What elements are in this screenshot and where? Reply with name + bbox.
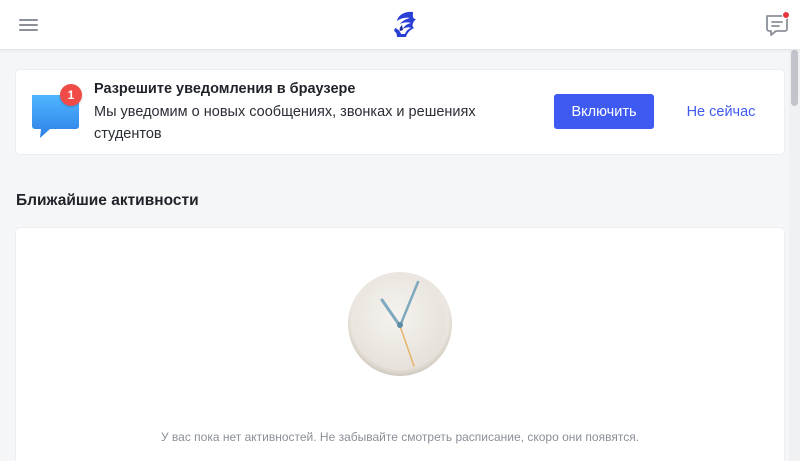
notification-permission-card: 1 Разрешите уведомления в браузере Мы ув… bbox=[16, 70, 784, 154]
top-bar bbox=[0, 0, 800, 50]
page-scrollbar[interactable] bbox=[789, 50, 800, 461]
clock-icon bbox=[348, 272, 452, 376]
hamburger-menu-icon[interactable] bbox=[19, 17, 39, 33]
empty-state-message: У вас пока нет активностей. Не забывайте… bbox=[160, 430, 640, 444]
activities-card: У вас пока нет активностей. Не забывайте… bbox=[16, 228, 784, 461]
scrollbar-thumb[interactable] bbox=[791, 50, 798, 106]
section-title: Ближайшие активности bbox=[16, 192, 199, 209]
notification-body: Мы уведомим о новых сообщениях, звонках … bbox=[94, 104, 476, 142]
logo-icon[interactable] bbox=[389, 10, 421, 40]
notification-title: Разрешите уведомления в браузере bbox=[94, 81, 356, 97]
notification-count-badge: 1 bbox=[60, 84, 82, 106]
unread-indicator bbox=[782, 11, 790, 19]
enable-notifications-button[interactable]: Включить bbox=[554, 94, 654, 129]
not-now-button[interactable]: Не сейчас bbox=[676, 94, 766, 129]
